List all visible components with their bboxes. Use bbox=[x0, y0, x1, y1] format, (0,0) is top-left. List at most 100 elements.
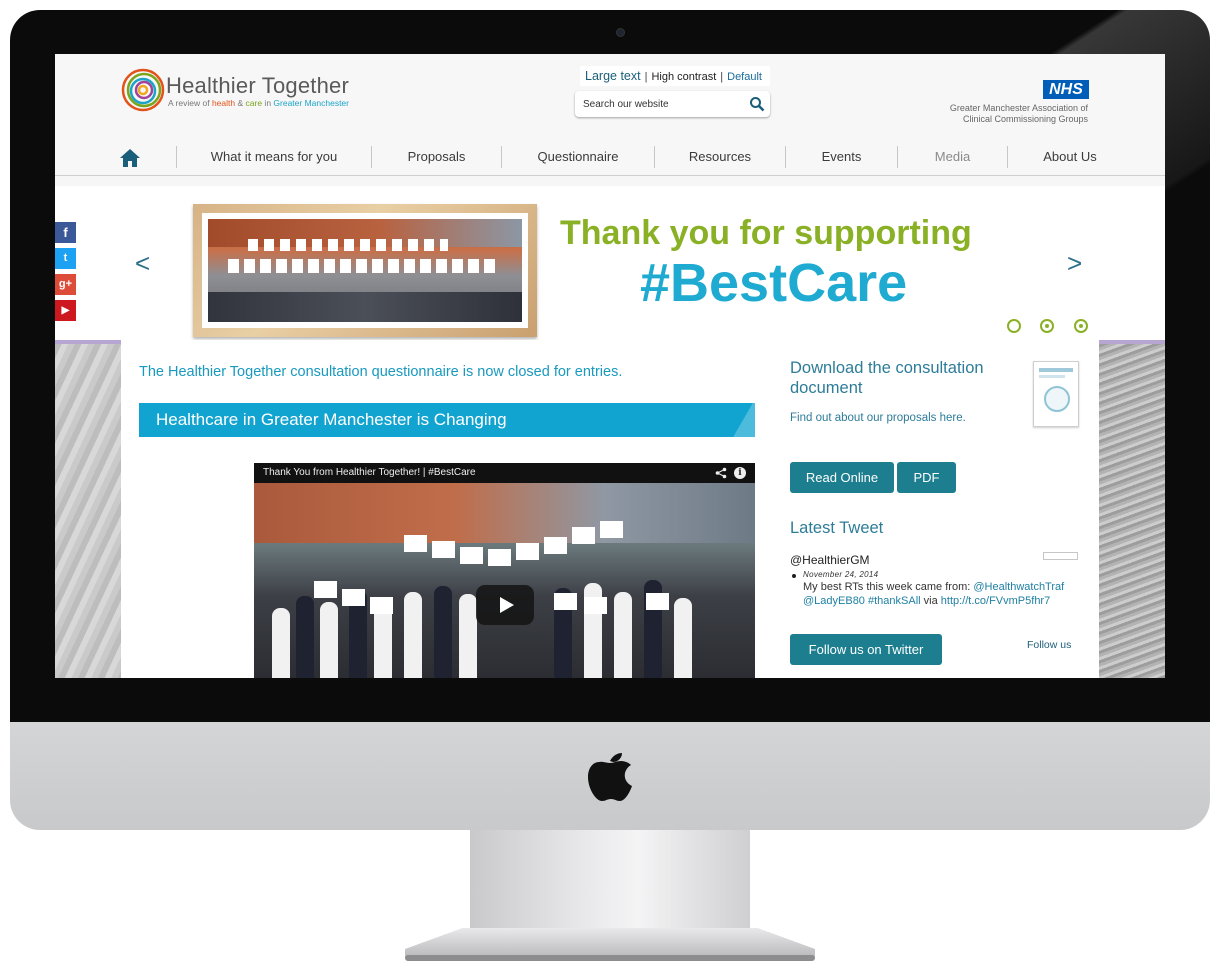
video-person bbox=[272, 608, 290, 678]
carousel-prev-arrow[interactable]: < bbox=[135, 248, 150, 279]
tweet-hashtag-link[interactable]: #thankSAll bbox=[868, 595, 921, 607]
search-icon[interactable] bbox=[749, 96, 765, 112]
play-button[interactable] bbox=[476, 585, 534, 625]
carousel-dot-3[interactable] bbox=[1074, 319, 1088, 333]
nhs-line-1: Greater Manchester Association of bbox=[949, 103, 1088, 113]
tweet-date: November 24, 2014 bbox=[803, 570, 879, 579]
photo-people bbox=[208, 292, 522, 322]
photo-letter-cards bbox=[248, 239, 448, 251]
facebook-icon[interactable]: f bbox=[55, 222, 76, 243]
follow-us-link[interactable]: Follow us bbox=[1027, 639, 1071, 651]
twitter-handle[interactable]: @HealthierGM bbox=[790, 553, 870, 567]
carousel-dot-2[interactable] bbox=[1040, 319, 1054, 333]
twitter-widget-placeholder bbox=[1043, 552, 1078, 560]
video-letter-card bbox=[584, 597, 607, 614]
nav-item-media[interactable]: Media bbox=[898, 146, 1007, 170]
tweet-text: My best RTs this week came from: @Health… bbox=[803, 580, 1078, 608]
video-letter-card bbox=[554, 593, 577, 610]
healthier-together-swirl-icon[interactable] bbox=[121, 67, 165, 113]
monitor-stand-base bbox=[405, 928, 815, 958]
hero-carousel: f t g+ ▶ < Thank you for supporting #Bes… bbox=[55, 186, 1165, 340]
browser-viewport: Healthier Together A review of health & … bbox=[55, 54, 1165, 678]
search-box bbox=[575, 91, 770, 117]
default-text-link[interactable]: Default bbox=[727, 71, 762, 83]
banner-headline: Thank you for supporting bbox=[560, 214, 972, 252]
tagline-in: in bbox=[262, 98, 274, 108]
apple-logo-icon bbox=[588, 753, 632, 801]
main-content: The Healthier Together consultation ques… bbox=[121, 340, 1099, 678]
twitter-icon[interactable]: t bbox=[55, 248, 76, 269]
video-person bbox=[296, 596, 314, 678]
video-letter-card bbox=[460, 547, 483, 564]
nav-item-resources[interactable]: Resources bbox=[655, 146, 785, 170]
nhs-logo[interactable]: NHS bbox=[1043, 80, 1089, 99]
tweet-body: My best RTs this week came from: bbox=[803, 581, 974, 593]
a11y-separator: | bbox=[720, 71, 724, 83]
tagline-region: Greater Manchester bbox=[273, 98, 349, 108]
photo-mat bbox=[202, 213, 528, 328]
accessibility-options: Large text | High contrast | Default bbox=[580, 66, 770, 86]
search-input[interactable] bbox=[583, 97, 743, 111]
video-letter-card bbox=[488, 549, 511, 566]
tagline-health: health bbox=[211, 98, 236, 108]
site-header: Healthier Together A review of health & … bbox=[55, 54, 1165, 176]
tagline-care: care bbox=[245, 98, 263, 108]
video-player[interactable]: Thank You from Healthier Together! | #Be… bbox=[254, 463, 755, 678]
follow-on-twitter-button[interactable]: Follow us on Twitter bbox=[790, 634, 942, 665]
share-icon[interactable] bbox=[715, 467, 727, 479]
background-texture-right bbox=[1099, 340, 1165, 678]
pdf-button[interactable]: PDF bbox=[897, 462, 956, 493]
logo-tagline: A review of health & care in Greater Man… bbox=[168, 98, 349, 108]
logo-title[interactable]: Healthier Together bbox=[166, 73, 349, 99]
tweet-mention-link[interactable]: @LadyEB80 bbox=[803, 595, 865, 607]
info-icon[interactable]: i bbox=[734, 467, 746, 479]
home-icon[interactable] bbox=[119, 148, 141, 168]
monitor-stand-neck bbox=[470, 830, 750, 930]
tweet-url-link[interactable]: http://t.co/FVvmP5fhr7 bbox=[941, 595, 1050, 607]
video-letter-card bbox=[342, 589, 365, 606]
video-person bbox=[459, 594, 477, 678]
questionnaire-closed-notice: The Healthier Together consultation ques… bbox=[139, 364, 623, 380]
nav-item-questionnaire[interactable]: Questionnaire bbox=[502, 146, 654, 170]
carousel-next-arrow[interactable]: > bbox=[1067, 248, 1082, 279]
tweet-mention-link[interactable]: @HealthwatchTraf bbox=[973, 581, 1064, 593]
video-letter-card bbox=[370, 597, 393, 614]
carousel-dot-1[interactable] bbox=[1007, 319, 1021, 333]
nav-item-events[interactable]: Events bbox=[786, 146, 897, 170]
video-background-buildings bbox=[254, 483, 755, 543]
banner-framed-photo bbox=[193, 204, 537, 337]
video-person bbox=[320, 602, 338, 678]
nav-item-proposals[interactable]: Proposals bbox=[372, 146, 501, 170]
read-online-button[interactable]: Read Online bbox=[790, 462, 894, 493]
main-navigation: What it means for you Proposals Question… bbox=[115, 146, 1105, 170]
video-letter-card bbox=[404, 535, 427, 552]
latest-tweet-heading: Latest Tweet bbox=[790, 519, 884, 537]
video-letter-card bbox=[432, 541, 455, 558]
video-title[interactable]: Thank You from Healthier Together! | #Be… bbox=[254, 463, 755, 483]
video-letter-card bbox=[516, 543, 539, 560]
video-letter-card bbox=[314, 581, 337, 598]
tweet-bullet bbox=[792, 574, 796, 578]
background-texture-left bbox=[55, 340, 121, 678]
high-contrast-link[interactable]: High contrast bbox=[651, 71, 716, 83]
group-photo-image bbox=[208, 219, 522, 322]
tagline-prefix: A review of bbox=[168, 98, 212, 108]
video-letter-card bbox=[646, 593, 669, 610]
video-person bbox=[434, 586, 452, 678]
google-plus-icon[interactable]: g+ bbox=[55, 274, 76, 295]
download-subtitle[interactable]: Find out about our proposals here. bbox=[790, 412, 966, 424]
video-person bbox=[614, 592, 632, 678]
section-heading-bar: Healthcare in Greater Manchester is Chan… bbox=[139, 403, 755, 437]
nav-item-what-it-means[interactable]: What it means for you bbox=[177, 146, 371, 170]
nhs-organisation-name: Greater Manchester Association of Clinic… bbox=[935, 103, 1088, 125]
banner-hashtag: #BestCare bbox=[640, 253, 908, 313]
nhs-line-2: Clinical Commissioning Groups bbox=[962, 114, 1088, 124]
webcam bbox=[616, 28, 625, 37]
consultation-document-thumbnail[interactable] bbox=[1033, 361, 1079, 427]
nav-item-about-us[interactable]: About Us bbox=[1008, 146, 1132, 170]
large-text-link[interactable]: Large text bbox=[585, 69, 641, 83]
video-letter-card bbox=[544, 537, 567, 554]
monitor-stand-shadow bbox=[405, 955, 815, 961]
youtube-icon[interactable]: ▶ bbox=[55, 300, 76, 321]
video-letter-card bbox=[572, 527, 595, 544]
